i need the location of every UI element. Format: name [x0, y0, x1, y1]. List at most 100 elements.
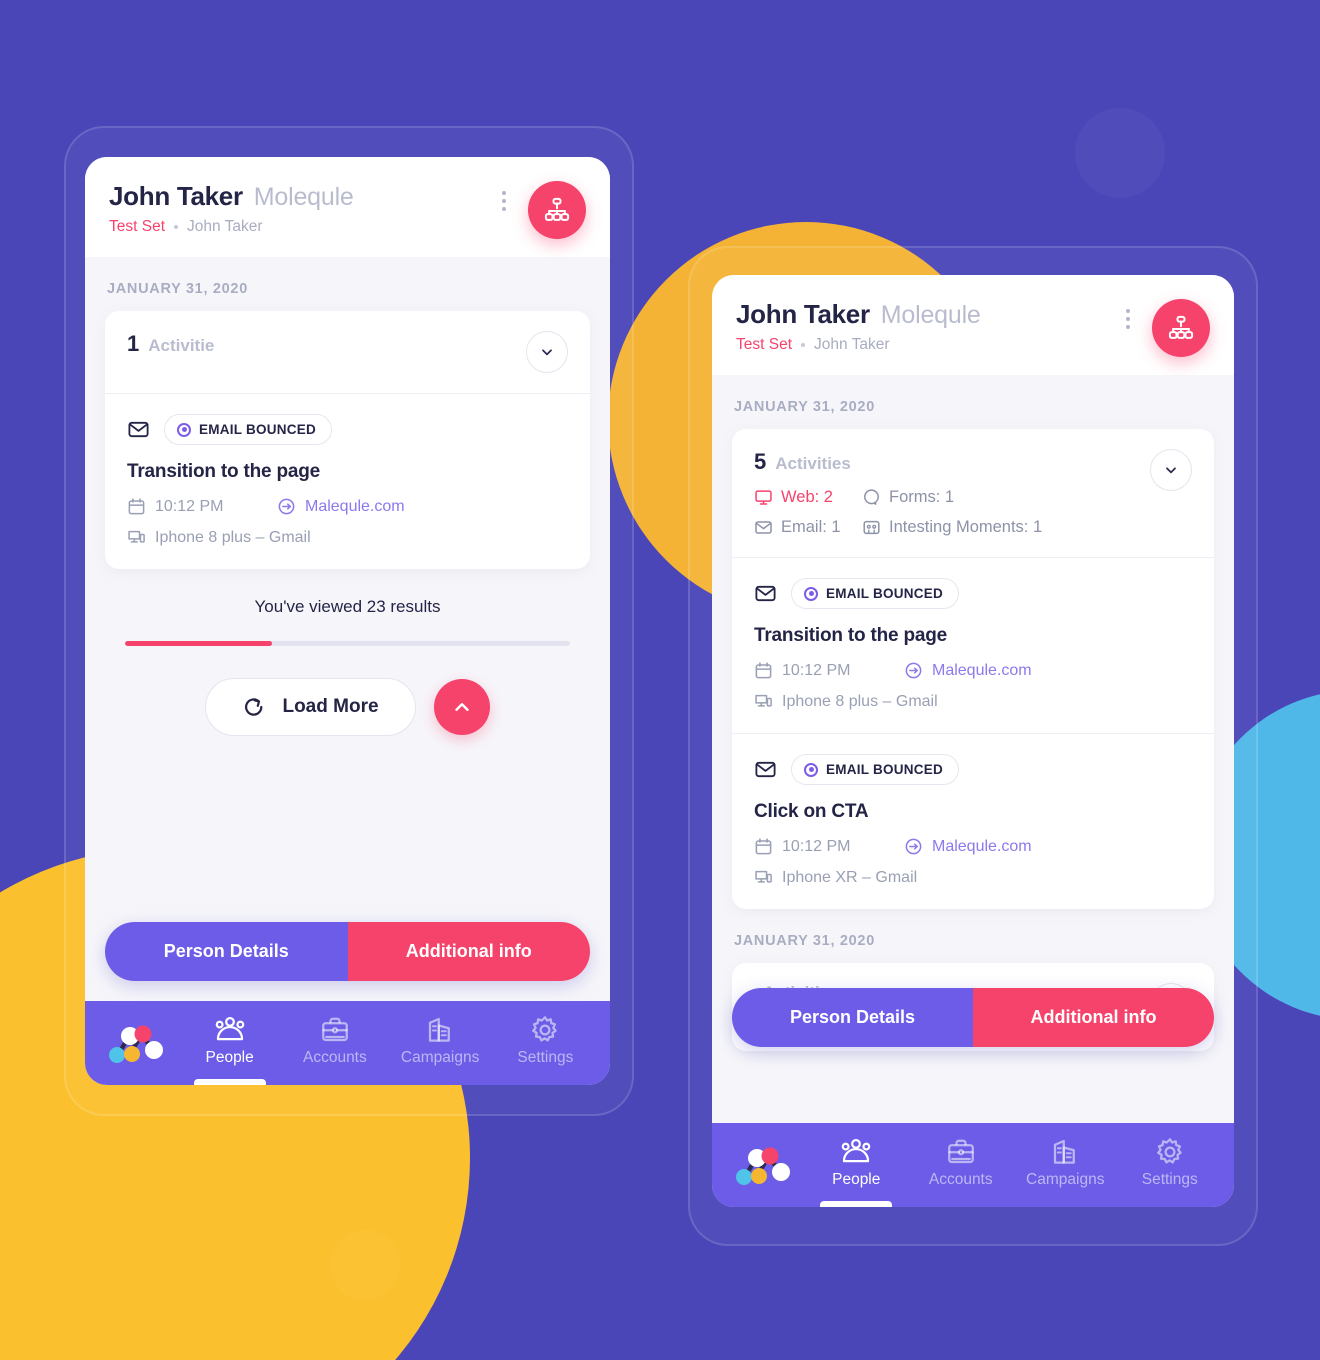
- envelope-icon: [754, 582, 777, 605]
- activities-summary-right: 5 Activities Web: 2 Forms: 1 Email: 1 In…: [732, 429, 1214, 558]
- refresh-icon: [242, 695, 266, 719]
- activity-device-value: Iphone 8 plus – Gmail: [782, 692, 938, 710]
- hierarchy-icon: [1167, 314, 1195, 342]
- activity-item[interactable]: EMAIL BOUNCED Transition to the page 10:…: [732, 558, 1214, 733]
- calendar-icon: [754, 661, 773, 680]
- hierarchy-button[interactable]: [528, 181, 586, 239]
- activity-stats: Web: 2 Forms: 1 Email: 1 Intesting Momen…: [754, 488, 1150, 537]
- load-more-button[interactable]: Load More: [205, 678, 416, 736]
- expand-collapse-button[interactable]: [526, 331, 568, 373]
- activity-time: 10:12 PM: [754, 837, 904, 856]
- status-dot-icon: [804, 586, 818, 601]
- molecule-logo-icon: [733, 1145, 795, 1189]
- summary-title-row: 1 Activitie: [127, 331, 526, 357]
- chevron-down-icon: [539, 344, 555, 360]
- tab-additional-info-right[interactable]: Additional info: [973, 988, 1214, 1047]
- breadcrumb-tag-right[interactable]: Test Set: [736, 336, 792, 354]
- nav-label-accounts-right: Accounts: [928, 1171, 993, 1188]
- activity-meta-row: 10:12 PM Malequle.com: [127, 497, 568, 516]
- phone-body-right[interactable]: JANUARY 31, 2020 5 Activities Web: 2 For…: [712, 375, 1234, 1123]
- nav-item-people[interactable]: People: [179, 1015, 280, 1075]
- stat-moments: Intesting Moments: 1: [862, 518, 1150, 537]
- date-label-right-2: JANUARY 31, 2020: [734, 933, 875, 949]
- activity-link[interactable]: Malequle.com: [904, 837, 1032, 856]
- summary-title-row-right: 5 Activities: [754, 449, 1150, 475]
- activity-count-label: Activitie: [148, 336, 215, 355]
- breadcrumb-item[interactable]: John Taker: [187, 218, 263, 236]
- breadcrumb-tag[interactable]: Test Set: [109, 218, 165, 236]
- activity-title: Transition to the page: [754, 625, 948, 646]
- activity-top-row: EMAIL BOUNCED: [754, 754, 1192, 785]
- form-icon: [862, 488, 881, 507]
- kebab-menu-icon[interactable]: [492, 185, 516, 217]
- hierarchy-icon: [543, 196, 571, 224]
- tab-additional-info[interactable]: Additional info: [347, 922, 590, 981]
- activity-device-row: Iphone 8 plus – Gmail: [127, 528, 568, 547]
- activity-top-row: EMAIL BOUNCED: [127, 414, 568, 445]
- stat-email-label: Email: 1: [781, 518, 841, 536]
- device-icon: [754, 692, 773, 711]
- app-logo[interactable]: [99, 1023, 175, 1067]
- activity-item[interactable]: EMAIL BOUNCED Transition to the page 10:…: [105, 394, 590, 569]
- nav-item-settings[interactable]: Settings: [495, 1015, 596, 1075]
- scroll-to-top-button[interactable]: [433, 679, 490, 735]
- nav-item-accounts-right[interactable]: Accounts: [911, 1137, 1012, 1197]
- stat-moments-label: Intesting Moments: 1: [889, 518, 1043, 536]
- monitor-icon: [754, 488, 773, 507]
- activity-time-value: 10:12 PM: [782, 837, 851, 855]
- header-text-block-right: John Taker Molequle Test Set John Taker: [736, 299, 1116, 354]
- activity-link[interactable]: Malequle.com: [904, 661, 1032, 680]
- hierarchy-button-right[interactable]: [1152, 299, 1210, 357]
- app-header: John Taker Molequle Test Set John Taker: [85, 157, 610, 257]
- breadcrumb-item-right[interactable]: John Taker: [814, 336, 890, 354]
- nav-label-people: People: [205, 1049, 254, 1066]
- summary-main-right: 5 Activities Web: 2 Forms: 1 Email: 1 In…: [754, 449, 1150, 537]
- activity-title: Click on CTA: [754, 801, 869, 822]
- device-icon: [127, 528, 146, 547]
- activity-device-row: Iphone 8 plus – Gmail: [754, 692, 1192, 711]
- link-icon: [904, 837, 923, 856]
- load-more-label: Load More: [282, 696, 379, 717]
- briefcase-icon: [945, 1137, 977, 1167]
- calendar-icon: [127, 497, 146, 516]
- nav-item-people-right[interactable]: People: [806, 1137, 907, 1197]
- bottom-navigation: People Accounts Campaigns Settings: [85, 1001, 610, 1085]
- nav-label-accounts: Accounts: [302, 1049, 367, 1066]
- activity-item[interactable]: EMAIL BOUNCED Click on CTA 10:12 PM Male…: [732, 733, 1214, 909]
- activity-meta-row: 10:12 PM Malequle.com: [754, 661, 1192, 680]
- stat-forms-label: Forms: 1: [889, 488, 955, 506]
- phone-body-left[interactable]: JANUARY 31, 2020 1 Activitie EMAIL BOUNC…: [85, 257, 610, 1001]
- activity-title: Transition to the page: [127, 461, 321, 482]
- status-badge: EMAIL BOUNCED: [791, 578, 960, 609]
- device-icon: [754, 868, 773, 887]
- org-name: Molequle: [253, 183, 354, 211]
- nav-item-campaigns[interactable]: Campaigns: [390, 1015, 491, 1075]
- activity-count-right: 5: [754, 449, 767, 474]
- nav-item-campaigns-right[interactable]: Campaigns: [1015, 1137, 1116, 1197]
- nav-item-accounts[interactable]: Accounts: [284, 1015, 385, 1075]
- expand-collapse-button-right[interactable]: [1150, 449, 1192, 491]
- breadcrumb: Test Set John Taker: [109, 218, 492, 236]
- nav-label-people-right: People: [832, 1171, 881, 1188]
- activity-count-label-right: Activities: [775, 454, 851, 473]
- activity-link[interactable]: Malequle.com: [277, 497, 405, 516]
- breadcrumb-separator-dot-right: [801, 343, 805, 347]
- envelope-icon: [754, 758, 777, 781]
- activity-link-value: Malequle.com: [932, 837, 1032, 855]
- gear-icon: [1154, 1137, 1186, 1167]
- org-name-right: Molequle: [880, 301, 981, 329]
- tab-person-details[interactable]: Person Details: [105, 922, 348, 981]
- app-logo-right[interactable]: [726, 1145, 802, 1189]
- activity-device: Iphone XR – Gmail: [754, 868, 917, 887]
- activity-link-value: Malequle.com: [932, 661, 1032, 679]
- kebab-menu-icon-right[interactable]: [1116, 303, 1140, 335]
- load-more-section: You've viewed 23 results Load More: [105, 569, 590, 736]
- nav-item-settings-right[interactable]: Settings: [1120, 1137, 1221, 1197]
- activity-device-value: Iphone 8 plus – Gmail: [155, 528, 311, 546]
- bottom-navigation-right: People Accounts Campaigns Settings: [712, 1123, 1234, 1207]
- date-label-right: JANUARY 31, 2020: [734, 399, 875, 415]
- molecule-logo-icon: [106, 1023, 168, 1067]
- breadcrumb-separator-dot: [174, 225, 178, 229]
- status-badge-label: EMAIL BOUNCED: [826, 586, 944, 601]
- tab-person-details-right[interactable]: Person Details: [732, 988, 973, 1047]
